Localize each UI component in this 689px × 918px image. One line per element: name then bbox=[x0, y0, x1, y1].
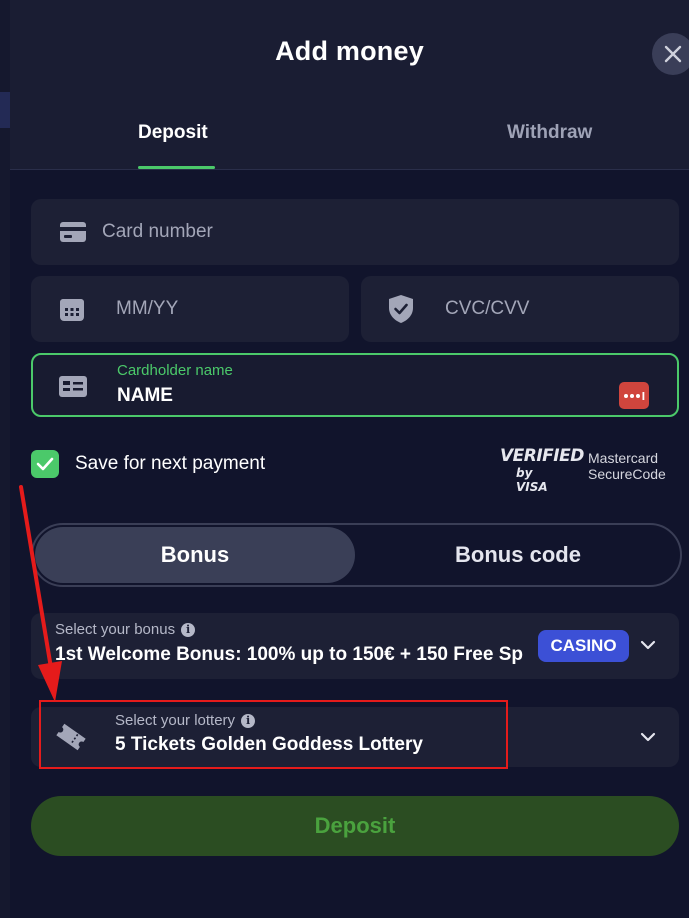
verified-by-visa-logo: VERIFIED by VISA bbox=[500, 444, 584, 494]
bonus-toggle: Bonus Bonus code bbox=[31, 523, 682, 587]
tab-withdraw[interactable]: Withdraw bbox=[507, 122, 592, 144]
cvc-field[interactable]: CVC/CVV bbox=[361, 276, 679, 342]
chevron-down-icon[interactable] bbox=[640, 732, 656, 742]
verified-by-visa-text: VERIFIED bbox=[500, 446, 584, 466]
bonus-select-value: 1st Welcome Bonus: 100% up to 150€ + 150… bbox=[55, 644, 523, 665]
cardholder-label: Cardholder name bbox=[117, 362, 233, 379]
modal-header: Add money Deposit Withdraw bbox=[10, 0, 689, 170]
active-tab-indicator bbox=[138, 166, 215, 169]
card-number-field[interactable]: Card number bbox=[31, 199, 679, 265]
expiry-placeholder: MM/YY bbox=[116, 298, 179, 319]
add-money-modal: Add money Deposit Withdraw Card number M… bbox=[10, 0, 689, 918]
casino-badge: CASINO bbox=[538, 630, 629, 662]
deposit-button[interactable]: Deposit bbox=[31, 796, 679, 856]
by-visa-text: by VISA bbox=[516, 466, 548, 494]
background-chip bbox=[0, 92, 10, 128]
mastercard-text: Mastercard bbox=[588, 450, 659, 466]
info-icon[interactable]: i bbox=[181, 622, 196, 637]
cardholder-name-field[interactable]: Cardholder name NAME bbox=[31, 353, 679, 417]
modal-title: Add money bbox=[275, 36, 424, 66]
bonus-code-tab[interactable]: Bonus code bbox=[358, 527, 678, 583]
shield-check-icon bbox=[389, 295, 413, 323]
mastercard-securecode-logo: Mastercard SecureCode bbox=[588, 450, 666, 482]
tab-deposit[interactable]: Deposit bbox=[138, 122, 208, 144]
chevron-down-icon[interactable] bbox=[640, 640, 656, 650]
save-payment-row[interactable]: Save for next payment bbox=[31, 449, 265, 479]
checkmark-icon bbox=[36, 457, 54, 471]
credit-card-icon bbox=[60, 222, 86, 242]
bonus-tab[interactable]: Bonus bbox=[35, 527, 355, 583]
cardholder-value: NAME bbox=[117, 385, 173, 406]
bonus-select-label: Select your bonus bbox=[55, 621, 176, 638]
save-payment-checkbox[interactable] bbox=[31, 450, 59, 478]
password-manager-button[interactable] bbox=[619, 382, 649, 409]
background-page bbox=[0, 0, 10, 918]
expiry-field[interactable]: MM/YY bbox=[31, 276, 349, 342]
calendar-icon bbox=[60, 299, 84, 321]
save-payment-label: Save for next payment bbox=[75, 453, 266, 474]
cvc-placeholder: CVC/CVV bbox=[445, 298, 530, 319]
bonus-select[interactable]: Select your bonus i 1st Welcome Bonus: 1… bbox=[31, 613, 679, 679]
password-dots-icon bbox=[624, 391, 645, 400]
card-number-placeholder: Card number bbox=[102, 221, 213, 242]
id-card-icon bbox=[59, 376, 87, 397]
close-button[interactable] bbox=[652, 33, 689, 75]
close-icon bbox=[664, 45, 682, 63]
annotation-highlight-box bbox=[39, 700, 508, 769]
securecode-text: SecureCode bbox=[588, 466, 666, 482]
bonus-select-label-row: Select your bonus i bbox=[55, 621, 196, 638]
